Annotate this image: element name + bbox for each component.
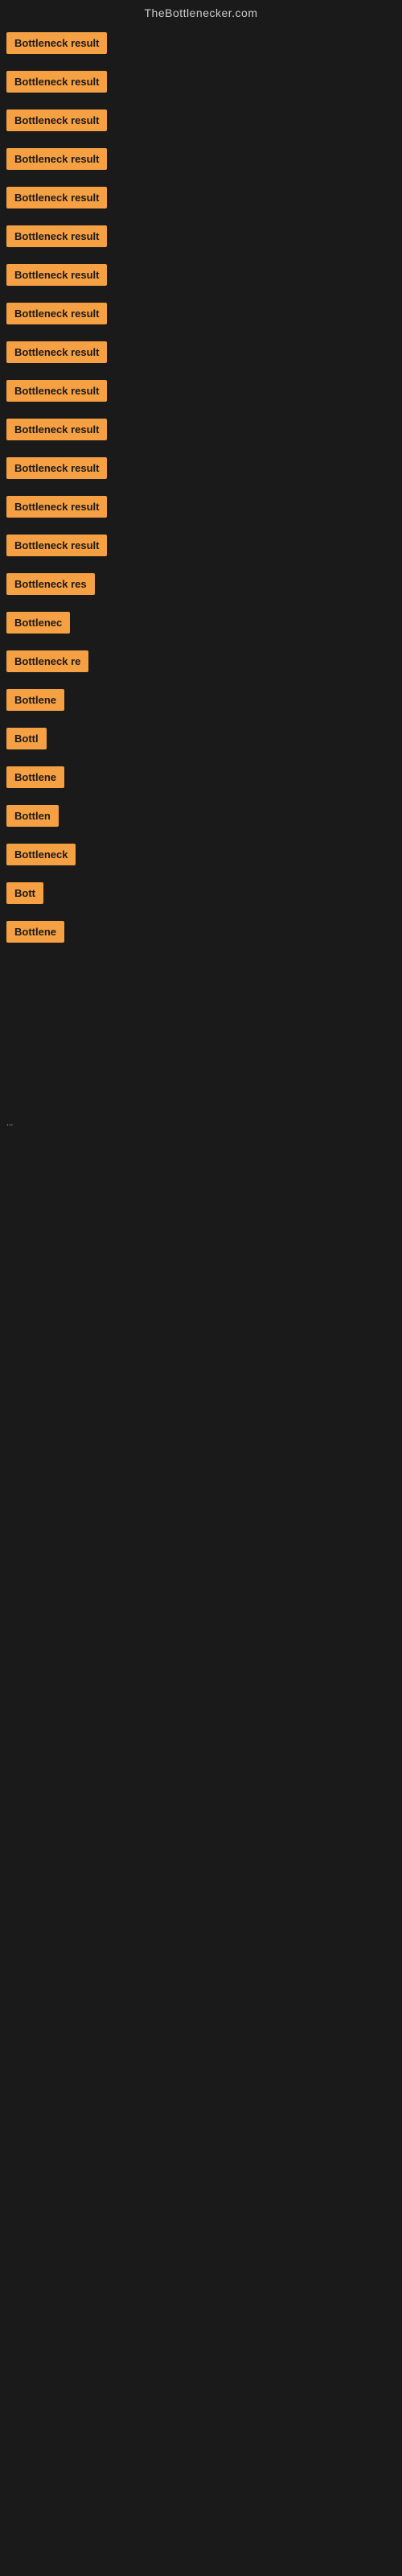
bottleneck-row: Bottleneck result xyxy=(0,298,402,333)
bottleneck-badge[interactable]: Bottleneck result xyxy=(6,225,107,247)
bottleneck-badge[interactable]: Bottlen xyxy=(6,805,59,827)
site-header: TheBottlenecker.com xyxy=(0,0,402,27)
bottleneck-row: Bottleneck xyxy=(0,839,402,874)
bottleneck-badge[interactable]: Bottlene xyxy=(6,921,64,943)
bottleneck-row: Bottlene xyxy=(0,916,402,952)
bottleneck-badge[interactable]: Bottleneck result xyxy=(6,109,107,131)
bottleneck-badge[interactable]: Bottlenec xyxy=(6,612,70,634)
bottleneck-row: Bott xyxy=(0,877,402,913)
bottleneck-badge[interactable]: Bottleneck result xyxy=(6,457,107,479)
bottleneck-badge[interactable]: Bottleneck result xyxy=(6,496,107,518)
bottleneck-badge[interactable]: Bottleneck result xyxy=(6,71,107,93)
bottleneck-row: Bottleneck result xyxy=(0,452,402,488)
bottleneck-row: Bottleneck result xyxy=(0,105,402,140)
bottleneck-row: Bottleneck result xyxy=(0,221,402,256)
bottleneck-badge[interactable]: Bottleneck result xyxy=(6,303,107,324)
bottleneck-row: Bottleneck re xyxy=(0,646,402,681)
bottleneck-row: Bottleneck result xyxy=(0,182,402,217)
dots-indicator: ... xyxy=(0,1116,402,1131)
bottleneck-row: Bottleneck result xyxy=(0,66,402,101)
bottleneck-row: Bottl xyxy=(0,723,402,758)
bottleneck-row: Bottleneck result xyxy=(0,336,402,372)
bottleneck-badge[interactable]: Bottleneck re xyxy=(6,650,88,672)
site-title: TheBottlenecker.com xyxy=(144,6,257,19)
bottleneck-badge[interactable]: Bottleneck result xyxy=(6,419,107,440)
bottleneck-badge[interactable]: Bottleneck result xyxy=(6,187,107,208)
bottleneck-row: Bottlen xyxy=(0,800,402,836)
bottleneck-badge[interactable]: Bottlene xyxy=(6,689,64,711)
empty-section xyxy=(0,955,402,1116)
bottleneck-badge[interactable]: Bottl xyxy=(6,728,47,749)
bottleneck-row: Bottleneck result xyxy=(0,414,402,449)
bottleneck-row: Bottlene xyxy=(0,684,402,720)
bottleneck-row: Bottleneck res xyxy=(0,568,402,604)
bottleneck-row: Bottlenec xyxy=(0,607,402,642)
bottleneck-row: Bottleneck result xyxy=(0,27,402,63)
bottleneck-badge[interactable]: Bottleneck result xyxy=(6,341,107,363)
bottleneck-badge[interactable]: Bottlene xyxy=(6,766,64,788)
bottleneck-badge[interactable]: Bottleneck result xyxy=(6,32,107,54)
empty-section-2 xyxy=(0,1131,402,1453)
bottleneck-row: Bottleneck result xyxy=(0,491,402,526)
bottleneck-row: Bottleneck result xyxy=(0,530,402,565)
bottleneck-badge[interactable]: Bottleneck res xyxy=(6,573,95,595)
bottleneck-badge[interactable]: Bottleneck result xyxy=(6,264,107,286)
bottleneck-badge[interactable]: Bottleneck result xyxy=(6,535,107,556)
bottleneck-list: Bottleneck result Bottleneck result Bottle… xyxy=(0,27,402,952)
bottleneck-row: Bottleneck result xyxy=(0,143,402,179)
bottleneck-row: Bottlene xyxy=(0,762,402,797)
bottleneck-badge[interactable]: Bott xyxy=(6,882,43,904)
bottleneck-badge[interactable]: Bottleneck result xyxy=(6,148,107,170)
bottleneck-row: Bottleneck result xyxy=(0,375,402,411)
bottleneck-badge[interactable]: Bottleneck result xyxy=(6,380,107,402)
bottleneck-row: Bottleneck result xyxy=(0,259,402,295)
bottleneck-badge[interactable]: Bottleneck xyxy=(6,844,76,865)
